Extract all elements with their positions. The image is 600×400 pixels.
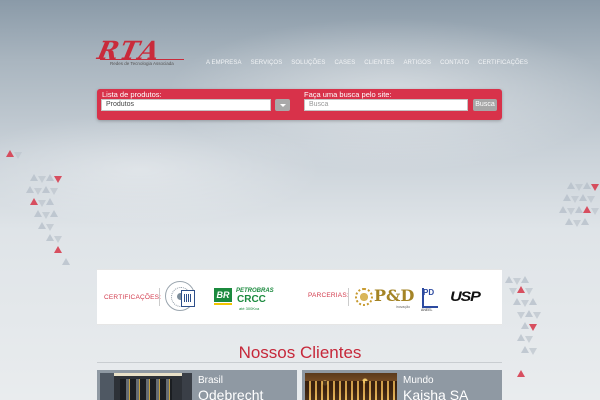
quality-cert-logo <box>181 290 195 307</box>
nav-item-cases[interactable]: CASES <box>334 60 355 66</box>
left-triangle-pattern <box>0 140 90 290</box>
certifications-label: CERTIFICAÇÕES: <box>104 294 162 301</box>
client-photo <box>100 373 192 400</box>
crcc-sublabel: até 300Kva <box>239 306 260 311</box>
logo-tagline: Redes de Tecnologia Associada <box>110 61 174 66</box>
nav-item-certificacoes[interactable]: CERTIFICAÇÕES <box>478 60 528 66</box>
search-button[interactable]: Busca <box>473 99 497 111</box>
products-label: Lista de produtos: <box>102 90 162 99</box>
products-dropdown-button[interactable] <box>275 99 290 111</box>
crcc-label: CRCC <box>237 294 266 305</box>
nav-item-artigos[interactable]: ARTIGOS <box>403 60 431 66</box>
right-triangle-pattern <box>505 180 600 400</box>
site-search-input[interactable]: Busca <box>304 99 468 111</box>
partners-label: PARCERIAS: <box>308 292 349 299</box>
client-region: Mundo <box>403 375 434 386</box>
clients-divider <box>97 362 502 363</box>
pd-sublabel: inovação <box>396 305 411 309</box>
petrobras-br-logo: BR <box>214 288 232 305</box>
divider <box>159 288 160 306</box>
client-region: Brasil <box>198 375 224 386</box>
certifications-strip: CERTIFICAÇÕES: BR PETROBRAS CRCC até 300… <box>97 269 502 325</box>
rta-logo[interactable]: RTA Redes de Tecnologia Associada <box>95 36 186 72</box>
client-name: Kaisha SA <box>403 387 469 400</box>
clients-heading: Nossos Clientes <box>238 343 362 362</box>
client-photo <box>305 373 397 400</box>
aneel-pd-mark: PD <box>423 288 435 297</box>
search-bar: Lista de produtos: Produtos Faça uma bus… <box>97 89 502 120</box>
divider <box>348 288 349 306</box>
nav-item-servicos[interactable]: SERVIÇOS <box>251 60 283 66</box>
client-card-kaisha[interactable]: Mundo Kaisha SA <box>302 370 502 400</box>
nav-item-contato[interactable]: CONTATO <box>440 60 469 66</box>
nav-item-a-empresa[interactable]: A EMPRESA <box>206 60 242 66</box>
gear-icon <box>355 288 373 306</box>
client-card-odebrecht[interactable]: Brasil Odebrecht <box>97 370 297 400</box>
usp-logo: USP <box>450 288 481 304</box>
client-name: Odebrecht <box>198 387 264 400</box>
nav-item-solucoes[interactable]: SOLUÇÕES <box>291 60 325 66</box>
nav-item-clientes[interactable]: CLIENTES <box>364 60 394 66</box>
pd-logo: P&D <box>374 286 415 305</box>
site-search-label: Faça uma busca pelo site: <box>304 90 392 99</box>
main-nav: A EMPRESA SERVIÇOS SOLUÇÕES CASES CLIENT… <box>206 60 528 66</box>
aneel-label: ANEEL <box>421 308 433 312</box>
logo-underline <box>100 59 184 60</box>
products-select[interactable]: Produtos <box>101 99 271 111</box>
